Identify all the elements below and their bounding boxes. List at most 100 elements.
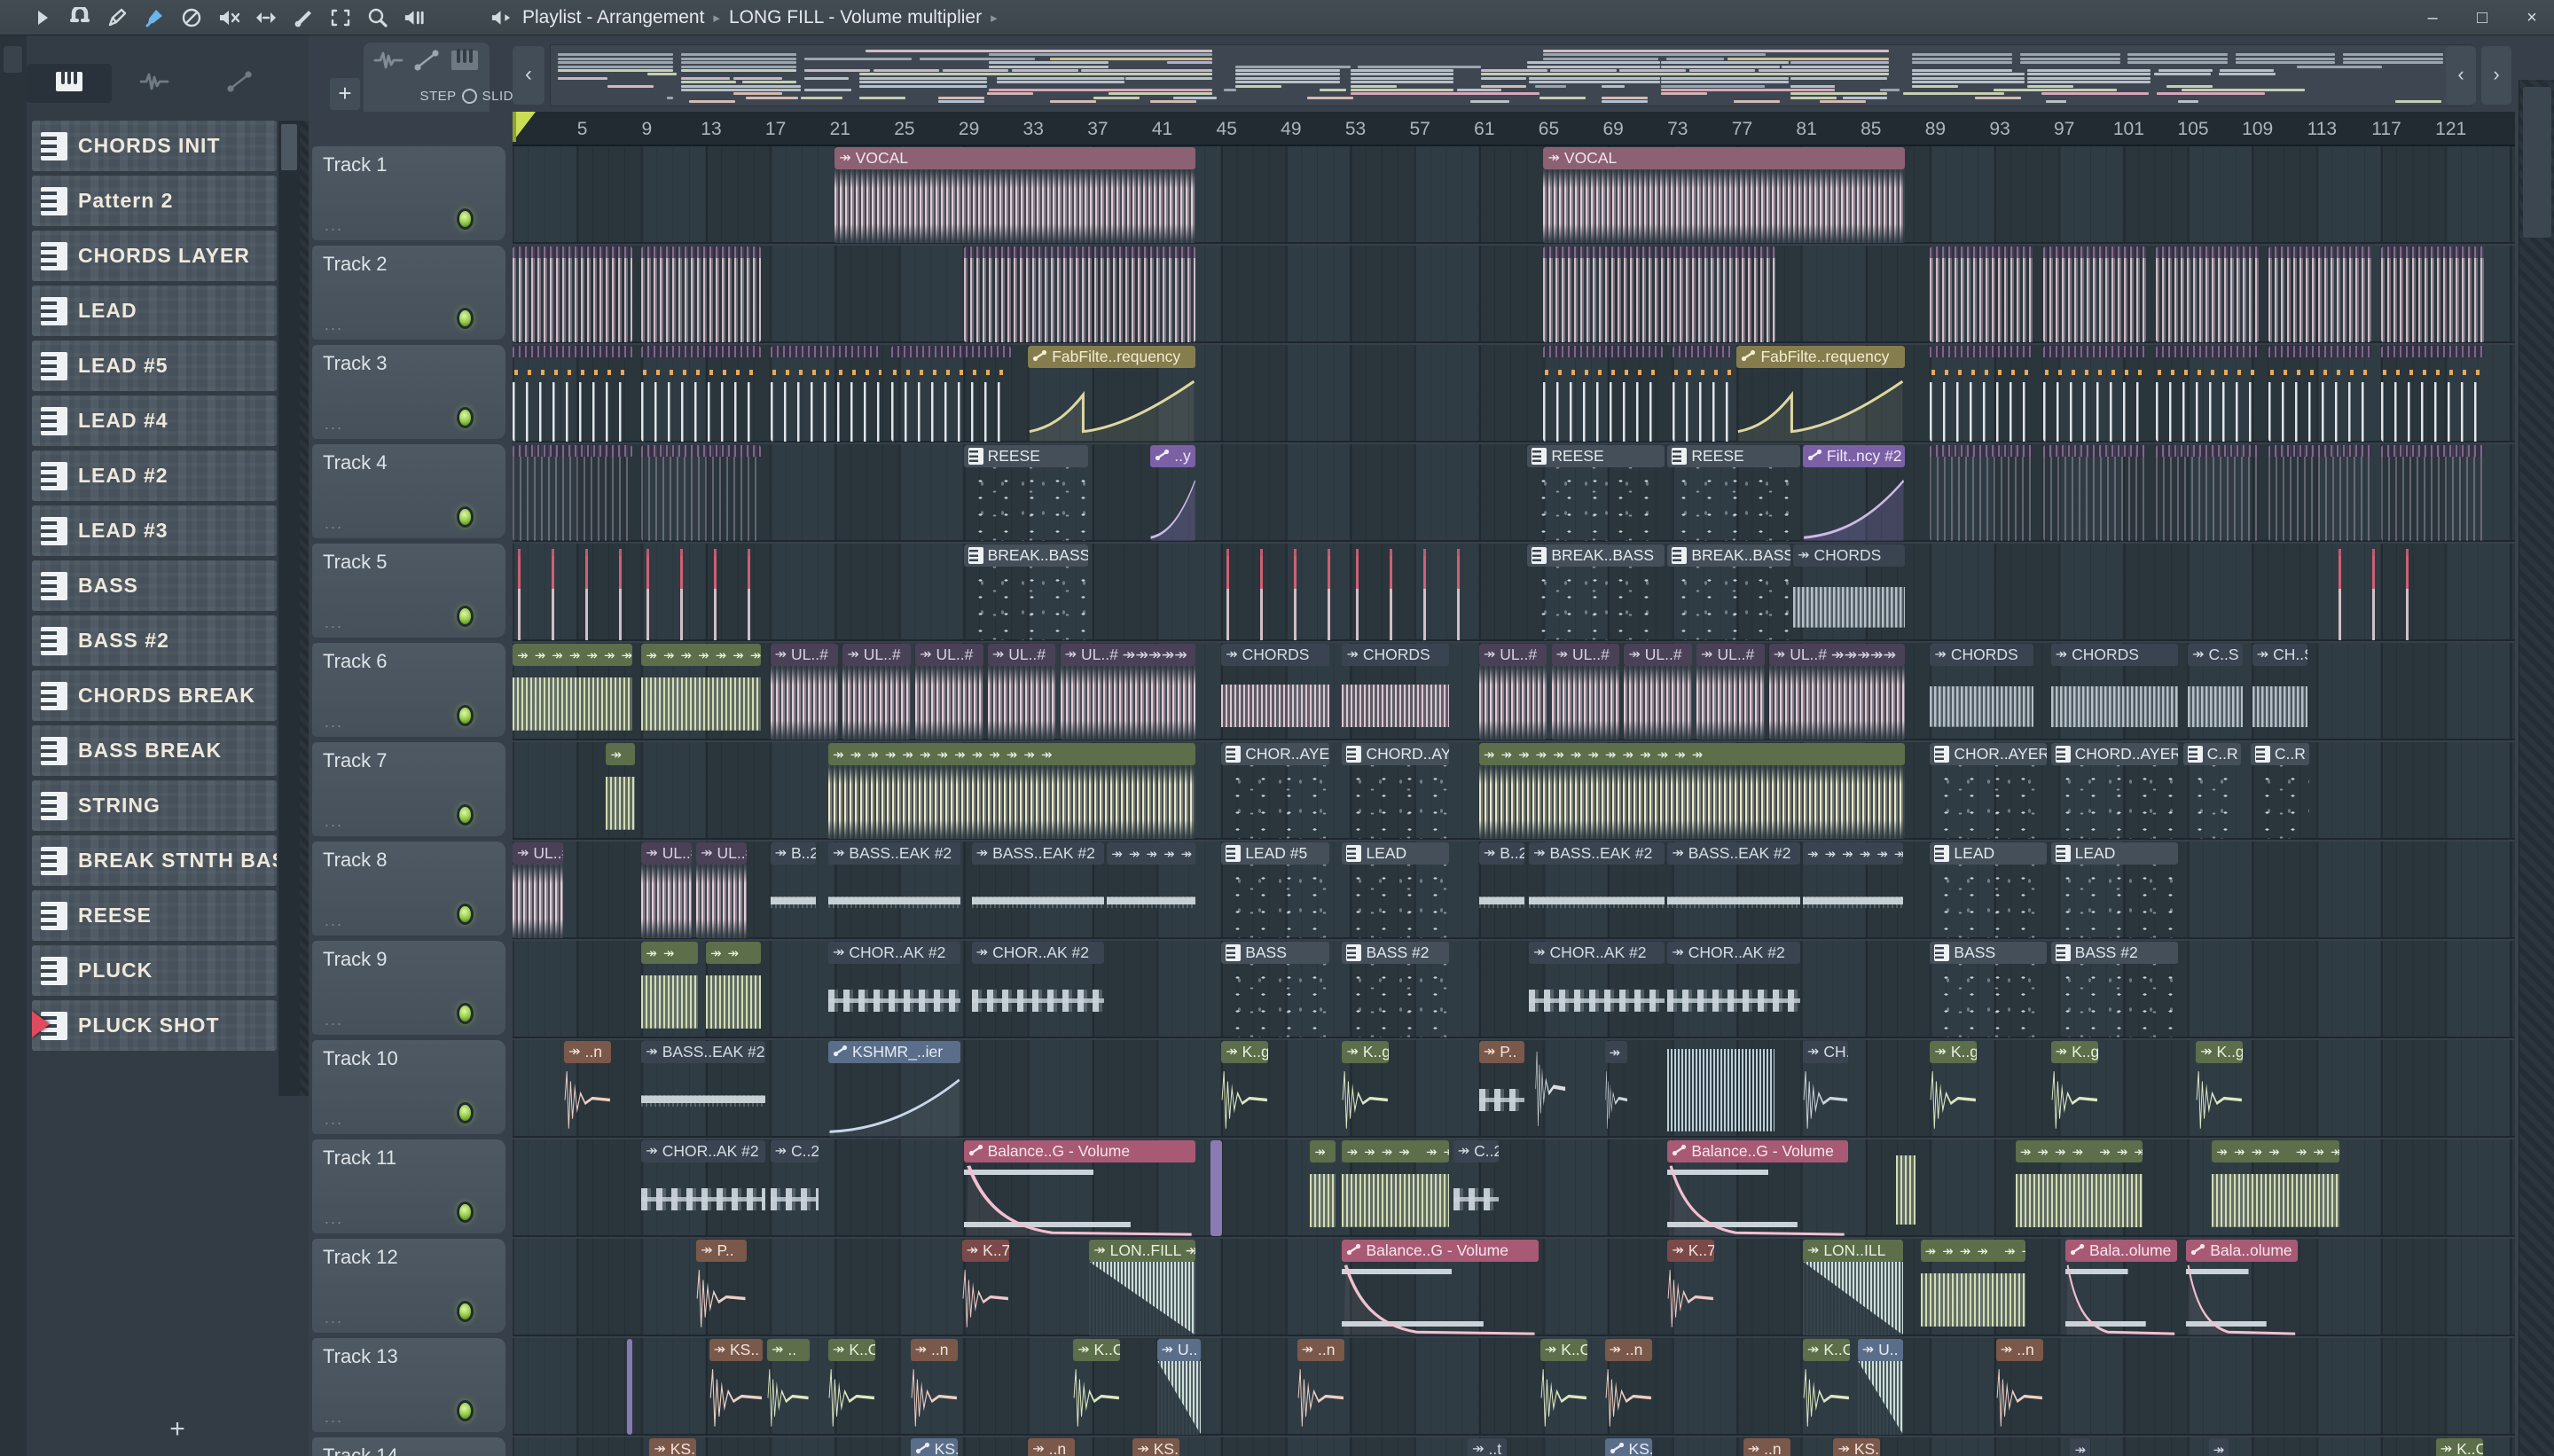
- clip-p-[interactable]: ↠ P..: [696, 1240, 747, 1335]
- clip-chords[interactable]: ↠ CHORDS: [1930, 644, 2033, 740]
- slip-tool-icon[interactable]: [254, 6, 278, 30]
- clip-c-s[interactable]: ↠ C..S: [2188, 644, 2244, 740]
- clip--[interactable]: ↠↠↠↠ ↠↠↠↠: [2015, 1140, 2143, 1236]
- scroll-left-button[interactable]: ‹: [513, 46, 544, 105]
- track-enable-led[interactable]: [457, 705, 474, 726]
- clip--[interactable]: ↠: [1310, 1140, 1336, 1236]
- clip-chords[interactable]: ↠ CHORDS: [1221, 644, 1330, 740]
- track-header-13[interactable]: Track 13...: [312, 1338, 505, 1432]
- playback-tool-icon[interactable]: [403, 6, 427, 30]
- clip-reese[interactable]: REESE: [1667, 445, 1800, 541]
- clip-ul-#[interactable]: ↠UL..#: [987, 644, 1056, 740]
- clip-k-7[interactable]: ↠ K..7: [961, 1240, 1009, 1335]
- clip-k-g[interactable]: ↠ K..g: [2050, 1041, 2098, 1137]
- clip-break-bass[interactable]: BREAK..BASS: [1667, 544, 1790, 640]
- clip-chor-ak-#2[interactable]: ↠ CHOR..AK #2: [641, 1140, 766, 1236]
- track-lane-5[interactable]: [513, 544, 2515, 641]
- clip-ul-#-[interactable]: ↠ UL..# ↠↠↠↠↠: [1768, 644, 1905, 740]
- clip--[interactable]: ↠..: [766, 1339, 810, 1435]
- minimap-nav-right-button[interactable]: ›: [2481, 46, 2511, 105]
- texture-clip[interactable]: [2268, 247, 2372, 342]
- track-enable-led[interactable]: [457, 208, 474, 230]
- texture-clip[interactable]: [2268, 445, 2372, 541]
- track-enable-led[interactable]: [457, 1003, 474, 1024]
- clip--[interactable]: ↠: [1604, 1041, 1628, 1137]
- clip-ul-#[interactable]: ↠UL..#: [842, 644, 911, 740]
- clip--[interactable]: ↠↠↠↠ ↠↠↠↠: [1920, 1240, 2025, 1335]
- pattern-item-lead-5[interactable]: LEAD #5: [32, 341, 277, 391]
- track-header-3[interactable]: Track 3...: [312, 345, 505, 439]
- pattern-item-break-stnth-bass[interactable]: BREAK STNTH BASS: [32, 835, 277, 886]
- texture-clip[interactable]: [1221, 544, 1341, 640]
- clip-ch-[interactable]: ↠CH..: [1802, 1041, 1849, 1137]
- clip-reese[interactable]: REESE: [1527, 445, 1665, 541]
- track-lane-13[interactable]: [513, 1338, 2515, 1436]
- clip-ul-#-[interactable]: ↠ UL..# ↠↠↠↠↠: [1060, 644, 1196, 740]
- clip--n[interactable]: ↠ ..n: [1743, 1438, 1790, 1456]
- clip-chor-ak-#2[interactable]: ↠ CHOR..AK #2: [971, 942, 1104, 1037]
- texture-clip[interactable]: [2381, 247, 2485, 342]
- clip--[interactable]: ↠↠↠↠ ↠↠↠↠: [2212, 1140, 2340, 1236]
- texture-clip[interactable]: [2381, 346, 2485, 442]
- clip-chor-ak-#2[interactable]: ↠ CHOR..AK #2: [1529, 942, 1665, 1037]
- clip-b-2[interactable]: ↠ B..2: [770, 842, 816, 938]
- pattern-item-bass-break[interactable]: BASS BREAK: [32, 725, 277, 776]
- track-header-10[interactable]: Track 10...: [312, 1040, 505, 1134]
- select-tool-icon[interactable]: [328, 6, 352, 30]
- clip-ul-#[interactable]: ↠UL..#: [641, 842, 692, 938]
- play-icon[interactable]: [30, 6, 54, 30]
- clip--n[interactable]: ↠ ..n: [1028, 1438, 1076, 1456]
- pattern-item-pluck[interactable]: PLUCK: [32, 945, 277, 996]
- track-header-12[interactable]: Track 12...: [312, 1239, 505, 1333]
- clip--n[interactable]: ↠ ..n: [564, 1041, 612, 1137]
- maximize-button[interactable]: □: [2469, 8, 2495, 28]
- track-enable-led[interactable]: [457, 1102, 474, 1123]
- clip-bass-#2[interactable]: BASS #2: [2050, 942, 2179, 1037]
- clip--[interactable]: ↠↠↠↠↠↠: [1802, 842, 1903, 938]
- texture-clip[interactable]: [1672, 346, 1733, 442]
- rail-button[interactable]: [4, 46, 22, 73]
- clip-bass-eak-#2[interactable]: ↠ BASS..EAK #2: [641, 1041, 766, 1137]
- texture-clip[interactable]: [1896, 1140, 1916, 1236]
- clip--n[interactable]: ↠ ..n: [910, 1339, 958, 1435]
- clip-bass-eak-#2[interactable]: ↠ BASS..EAK #2: [971, 842, 1104, 938]
- track-options-dots[interactable]: ...: [325, 812, 343, 831]
- track-header-7[interactable]: Track 7...: [312, 742, 505, 836]
- clip--n[interactable]: ↠ ..n: [1604, 1339, 1652, 1435]
- track-header-14[interactable]: Track 14...: [312, 1437, 505, 1456]
- track-enable-led[interactable]: [457, 606, 474, 627]
- texture-clip[interactable]: [963, 247, 1196, 342]
- pattern-item-bass-2[interactable]: BASS #2: [32, 615, 277, 666]
- texture-clip[interactable]: [2042, 247, 2147, 342]
- texture-clip[interactable]: [1930, 445, 2033, 541]
- track-header-1[interactable]: Track 1...: [312, 146, 505, 240]
- clip-lead[interactable]: LEAD: [1930, 842, 2047, 938]
- clip-filt-ncy-#2[interactable]: Filt..ncy #2: [1802, 445, 1905, 541]
- texture-clip[interactable]: [2155, 445, 2260, 541]
- piano-icon[interactable]: [450, 48, 480, 76]
- clip-ks-an[interactable]: ↠KS..an: [1132, 1438, 1180, 1456]
- clip-c-r[interactable]: C..R: [2182, 743, 2242, 839]
- clip-chor-ayer[interactable]: CHOR..AYER: [1930, 743, 2047, 839]
- mute-tool-icon[interactable]: [216, 6, 240, 30]
- sidebar-resize-hatch[interactable]: [300, 121, 309, 1096]
- track-options-dots[interactable]: ...: [325, 1408, 343, 1427]
- track-header-5[interactable]: Track 5...: [312, 544, 505, 638]
- clip-k-7[interactable]: ↠ K..7: [1667, 1240, 1715, 1335]
- texture-clip[interactable]: [2042, 346, 2147, 442]
- pattern-item-chords-init[interactable]: CHORDS INIT: [32, 121, 277, 171]
- clip-ul-#[interactable]: ↠UL..#: [1551, 644, 1620, 740]
- clip-fabfilte-requency[interactable]: FabFilte..requency: [1736, 346, 1905, 442]
- step-toggle[interactable]: [461, 88, 477, 104]
- pattern-item-bass[interactable]: BASS: [32, 560, 277, 611]
- clip-k-o[interactable]: ↠ K..O: [1073, 1339, 1121, 1435]
- minimap-nav-left-button[interactable]: ‹: [2446, 46, 2476, 105]
- clip-bass[interactable]: BASS: [1930, 942, 2047, 1037]
- clip-fabfilte-requency[interactable]: FabFilte..requency: [1028, 346, 1196, 442]
- speaker-monitor-icon[interactable]: [490, 6, 513, 30]
- minimize-button[interactable]: –: [2419, 8, 2446, 28]
- texture-clip[interactable]: [2155, 247, 2260, 342]
- clip-ks-an[interactable]: ↠KS..an: [1833, 1438, 1881, 1456]
- track-options-dots[interactable]: ...: [325, 1209, 343, 1228]
- track-enable-led[interactable]: [457, 904, 474, 925]
